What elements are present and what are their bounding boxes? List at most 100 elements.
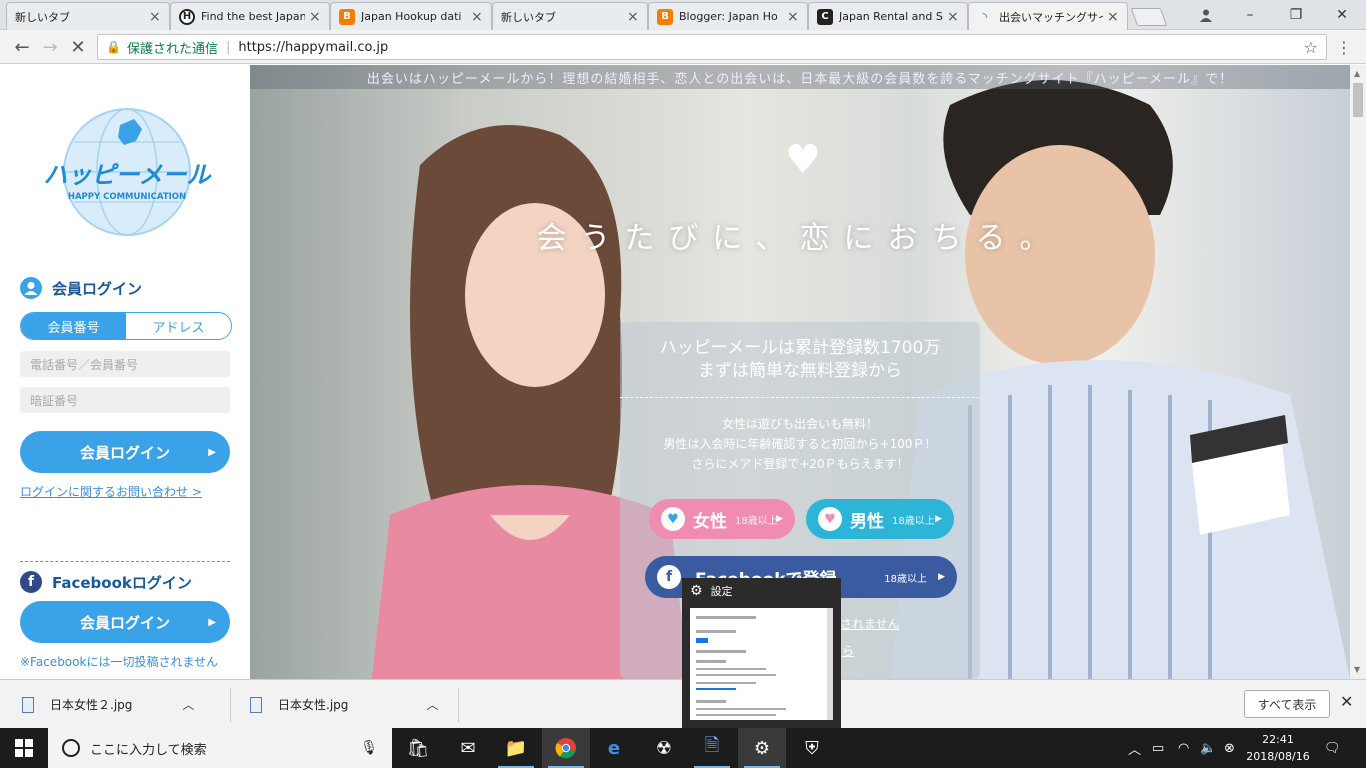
app-icon[interactable]: ☢ [640, 728, 688, 768]
chevron-right-icon: ▶ [208, 616, 216, 628]
settings-preview-popup[interactable]: ⚙ 設定 [682, 578, 841, 728]
close-icon[interactable]: × [149, 10, 161, 24]
url-text[interactable]: https://happymail.co.jp [238, 40, 388, 55]
tab-happymail[interactable]: ◝ 出会いマッチングサイト × [968, 2, 1128, 30]
happymail-logo[interactable]: ハッピーメール HAPPY COMMUNICATION [38, 107, 216, 237]
chevron-right-icon: ▶ [776, 514, 783, 524]
tab-new-2[interactable]: 新しいタブ × [492, 2, 648, 30]
member-login-button[interactable]: 会員ログイン ▶ [20, 431, 230, 473]
blogger-icon: B [657, 8, 673, 25]
panel-line-2: まずは簡単な無料登録から [698, 361, 902, 381]
minimize-icon[interactable]: – [1228, 4, 1272, 26]
back-icon[interactable]: ← [10, 36, 34, 58]
profile-icon[interactable] [1184, 4, 1228, 26]
hero-link-1[interactable]: されません [840, 615, 900, 632]
browser-toolbar: ← → ✕ 🔒 保護された通信 | https://happymail.co.j… [0, 30, 1366, 64]
chevron-up-icon[interactable]: ︿ [426, 696, 438, 713]
restore-icon[interactable]: ❐ [1274, 4, 1318, 26]
login-help-link[interactable]: ログインに関するお問い合わせ > [20, 483, 202, 500]
tab-title: 出会いマッチングサイト [999, 10, 1103, 24]
clock-time: 22:41 [1262, 733, 1294, 746]
hero-link-2[interactable]: ら [842, 642, 854, 659]
download-item[interactable]: 日本女性.jpg ︿ [250, 680, 438, 729]
female-register-button[interactable]: ♥ 女性 18歳以上 ▶ [649, 499, 795, 539]
scroll-thumb[interactable] [1353, 83, 1363, 117]
document-icon[interactable]: 🗎 [688, 728, 736, 768]
settings-gear-icon[interactable]: ⚙ [738, 728, 786, 768]
secure-label: 保護された通信 [126, 41, 218, 57]
mail-icon[interactable]: ✉ [444, 728, 492, 768]
tab-blogger[interactable]: B Blogger: Japan Ho × [648, 2, 808, 30]
female-heart-icon: ♥ [661, 507, 685, 531]
facebook-member-login-button[interactable]: 会員ログイン ▶ [20, 601, 230, 643]
tab-title: Blogger: Japan Ho [679, 10, 778, 23]
close-icon[interactable]: × [787, 10, 799, 24]
address-tab[interactable]: アドレス [126, 313, 231, 339]
gear-icon: ⚙ [690, 583, 703, 599]
panel-divider [620, 397, 980, 398]
age-note: 18歳以上 [892, 515, 935, 527]
volume-icon[interactable]: 🔈 [1200, 728, 1216, 768]
tab-japan-hookup[interactable]: B Japan Hookup dati × [330, 2, 492, 30]
male-heart-icon: ♥ [818, 507, 842, 531]
facebook-login-button-label: 会員ログイン [79, 613, 170, 632]
loading-spinner-icon: ◝ [982, 9, 988, 24]
windows-start-icon[interactable] [0, 728, 48, 768]
action-center-icon[interactable]: 🗨 [1324, 728, 1341, 768]
store-icon[interactable]: 🛍 [394, 728, 442, 768]
h-site-icon: H [179, 8, 195, 25]
facebook-note: ※Facebookには一切投稿されません [20, 655, 219, 669]
page-scrollbar[interactable]: ▲ ▼ [1350, 65, 1366, 679]
chevron-right-icon: ▶ [208, 446, 216, 458]
taskbar-search-box[interactable]: ここに入力して検索 🎙 [48, 728, 392, 768]
download-filename: 日本女性.jpg [278, 698, 349, 712]
member-login-heading: 会員ログイン [20, 277, 142, 299]
settings-thumbnail [690, 608, 833, 720]
close-icon[interactable]: × [947, 10, 959, 24]
chevron-up-icon[interactable]: ︿ [182, 696, 194, 713]
wifi-icon[interactable]: ◠ [1178, 728, 1189, 768]
facebook-login-title: Facebookログイン [52, 573, 192, 592]
phone-member-number-input[interactable]: 電話番号／会員番号 [20, 351, 230, 377]
tray-chevron-up-icon[interactable]: ︿ [1128, 728, 1141, 768]
pin-input[interactable]: 暗証番号 [20, 387, 230, 413]
close-icon[interactable]: × [309, 10, 321, 24]
close-icon[interactable]: × [627, 10, 639, 24]
download-item[interactable]: 日本女性２.jpg ︿ [22, 680, 194, 729]
tab-new-1[interactable]: 新しいタブ × [6, 2, 170, 30]
notification-off-icon[interactable]: ⊗ [1224, 728, 1235, 768]
tab-japan-rental[interactable]: C Japan Rental and S × [808, 2, 968, 30]
bookmark-star-icon[interactable]: ☆ [1304, 38, 1318, 57]
scroll-down-icon[interactable]: ▼ [1354, 665, 1360, 674]
logo-text: ハッピーメール [43, 161, 212, 189]
blogger-icon: B [339, 8, 355, 25]
battery-icon[interactable]: ▭ [1152, 728, 1164, 768]
login-sidebar: ハッピーメール HAPPY COMMUNICATION 会員ログイン 会員番号 … [0, 65, 250, 679]
file-explorer-icon[interactable]: 📁 [492, 728, 540, 768]
address-bar[interactable]: 🔒 保護された通信 | https://happymail.co.jp ☆ [97, 34, 1327, 60]
male-register-button[interactable]: ♥ 男性 18歳以上 ▶ [806, 499, 954, 539]
close-icon[interactable]: × [1107, 10, 1119, 24]
scroll-up-icon[interactable]: ▲ [1354, 69, 1360, 78]
chrome-icon[interactable] [542, 728, 590, 768]
close-icon[interactable]: × [471, 10, 483, 24]
shield-icon[interactable]: ⛨ [788, 728, 836, 768]
taskbar-clock[interactable]: 22:41 2018/08/16 [1246, 731, 1310, 765]
microphone-icon[interactable]: 🎙 [360, 740, 378, 756]
new-tab-button[interactable] [1130, 8, 1168, 26]
facebook-icon: f [657, 565, 681, 589]
login-method-toggle: 会員番号 アドレス [20, 312, 232, 340]
menu-icon[interactable]: ⋮ [1336, 38, 1352, 57]
chevron-right-icon: ▶ [938, 572, 945, 582]
tab-find-best-japan[interactable]: H Find the best Japan × [170, 2, 330, 30]
window-close-icon[interactable]: ✕ [1320, 4, 1364, 26]
member-number-tab[interactable]: 会員番号 [21, 313, 126, 339]
show-all-downloads-button[interactable]: すべて表示 [1244, 690, 1330, 718]
heart-icon: ♥ [785, 137, 821, 183]
stop-icon[interactable]: ✕ [66, 36, 90, 58]
info-line-2: 男性は入会時に年齢確認すると初回から+100Ｐ！ [663, 437, 937, 451]
tab-title: 新しいタブ [15, 10, 70, 24]
edge-icon[interactable]: e [590, 728, 638, 768]
forward-icon[interactable]: → [38, 36, 62, 58]
close-icon[interactable]: ✕ [1340, 692, 1353, 711]
